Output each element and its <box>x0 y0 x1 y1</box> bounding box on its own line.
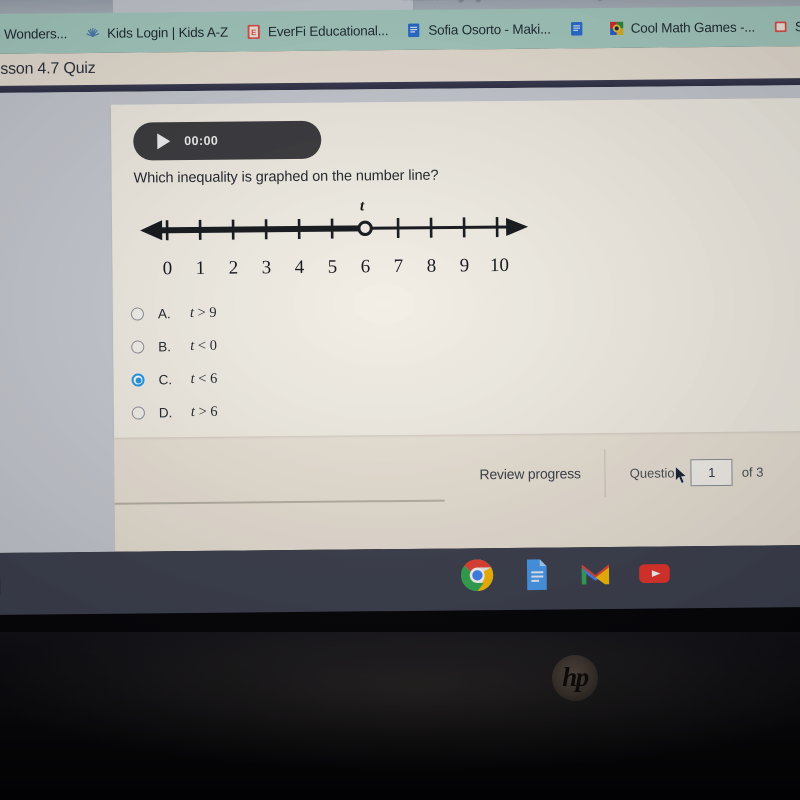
hp-logo-text: hp <box>562 661 589 692</box>
bookmark-label: EverFi Educational... <box>267 22 389 39</box>
option-operator: > <box>197 304 206 321</box>
question-card: 00:00 Which inequality is graphed on the… <box>110 98 800 438</box>
number-line-tick-label: 2 <box>228 257 239 279</box>
google-docs-icon[interactable] <box>519 558 553 592</box>
page-left-gutter <box>0 91 116 553</box>
audio-timestamp: 00:00 <box>184 133 219 149</box>
option-variable: t <box>190 337 195 355</box>
google-docs-icon <box>570 21 582 36</box>
question-prompt: Which inequality is graphed on the numbe… <box>133 167 439 187</box>
bookmark-label: Sofia <box>794 18 800 34</box>
bookmark-label: Kids Login | Kids A-Z <box>107 24 229 41</box>
bookmark-doc-unnamed[interactable] <box>560 12 600 44</box>
number-line-tick-label: 3 <box>261 257 272 279</box>
option-variable: t <box>190 370 195 388</box>
option-value: 6 <box>210 403 218 420</box>
option-expression: t > 9 <box>190 305 217 322</box>
radio-button-b[interactable] <box>131 340 145 354</box>
question-total-label: of 3 <box>741 464 764 480</box>
option-operator: < <box>198 370 207 387</box>
option-letter: B. <box>158 339 172 355</box>
number-line-tick-label: 1 <box>195 257 206 279</box>
option-expression: t < 6 <box>190 371 217 388</box>
number-line-tick-label: 6 <box>360 256 371 278</box>
number-line-tick-label: 5 <box>327 256 338 278</box>
laptop-bezel <box>0 632 800 800</box>
answer-option-d[interactable]: D. t > 6 <box>131 394 392 429</box>
bookmark-everfi[interactable]: E EverFi Educational... <box>237 14 398 48</box>
gmail-icon[interactable] <box>578 557 612 591</box>
number-line-tick-label: 7 <box>393 255 404 278</box>
quiz-footer-bar: Review progress Question 1 of 3 <box>114 446 800 503</box>
option-expression: t > 6 <box>191 404 218 421</box>
answer-option-c[interactable]: C. t < 6 <box>131 361 391 396</box>
screenshot-root: ...dassroom.google.com/c/NTI4MzI1.../ass… <box>0 0 800 800</box>
mouse-cursor <box>675 466 688 485</box>
laptop-display: ...dassroom.google.com/c/NTI4MzI1.../ass… <box>0 0 800 632</box>
play-icon[interactable] <box>157 133 171 150</box>
answer-option-b[interactable]: B. t < 0 <box>131 328 391 363</box>
bookmark-kids-a-z[interactable]: Kids Login | Kids A-Z <box>76 16 237 50</box>
option-variable: t <box>189 304 195 322</box>
url-text[interactable]: ...dassroom.google.com/c/NTI4MzI1.../ass… <box>401 0 708 3</box>
bookmark-label: Cool Math Games -... <box>630 19 756 36</box>
option-value: 6 <box>209 370 218 387</box>
shelf-app-icons <box>460 556 671 592</box>
bookmark-label: - Wonders... <box>0 25 68 42</box>
bezel-surface <box>0 632 800 800</box>
radio-button-d[interactable] <box>131 406 145 420</box>
question-number-input[interactable]: 1 <box>690 458 733 486</box>
radio-button-a[interactable] <box>130 307 144 321</box>
chrome-icon[interactable] <box>460 558 494 592</box>
hp-logo: hp <box>552 655 598 701</box>
answer-option-a[interactable]: A. t > 9 <box>130 295 391 330</box>
number-line-variable: t <box>359 198 365 215</box>
radio-button-c[interactable] <box>131 373 145 387</box>
everfi-e-icon: E <box>247 24 260 39</box>
number-line-tick-label: 4 <box>294 256 305 279</box>
option-value: 0 <box>209 337 218 354</box>
option-variable: t <box>190 403 195 421</box>
youtube-icon[interactable] <box>637 556 671 590</box>
option-value: 9 <box>209 304 217 321</box>
number-line-tick-label: 10 <box>489 254 510 277</box>
page-title: esson 4.7 Quiz <box>0 59 96 78</box>
bookmark-sofia-osorto-doc[interactable]: Sofia Osorto - Maki... <box>397 12 560 46</box>
shelf-launcher-button[interactable] <box>0 574 1 598</box>
bookmark-label: Sofia Osorto - Maki... <box>428 21 551 38</box>
review-progress-button[interactable]: Review progress <box>455 449 606 499</box>
option-letter: C. <box>158 372 173 388</box>
number-line-tick-label: 9 <box>459 255 470 277</box>
answer-options: A. t > 9 B. t < 0 C. t < 6 D. t > 6 <box>130 295 392 429</box>
bookmark-cool-math-games[interactable]: Cool Math Games -... <box>600 10 765 44</box>
number-line-figure: t 0 1 2 3 4 5 6 7 8 9 10 <box>134 198 535 285</box>
svg-text:E: E <box>251 28 256 37</box>
audio-player[interactable]: 00:00 <box>133 120 322 161</box>
number-line-tick-label: 8 <box>426 255 437 277</box>
option-letter: D. <box>158 405 173 421</box>
google-docs-icon <box>408 23 420 37</box>
sunburst-icon <box>86 27 100 37</box>
bookmark-wonders[interactable]: - Wonders... <box>0 17 76 50</box>
bookmark-sofia[interactable]: Sofia <box>764 10 800 43</box>
coolmath-icon <box>609 21 623 35</box>
option-letter: A. <box>157 306 171 322</box>
option-expression: t < 0 <box>190 338 217 355</box>
os-shelf <box>0 545 800 615</box>
red-square-icon <box>774 21 787 32</box>
number-line-tick-label: 0 <box>162 258 173 280</box>
number-line-svg <box>140 217 529 241</box>
option-operator: > <box>198 403 207 420</box>
option-operator: < <box>197 337 207 354</box>
